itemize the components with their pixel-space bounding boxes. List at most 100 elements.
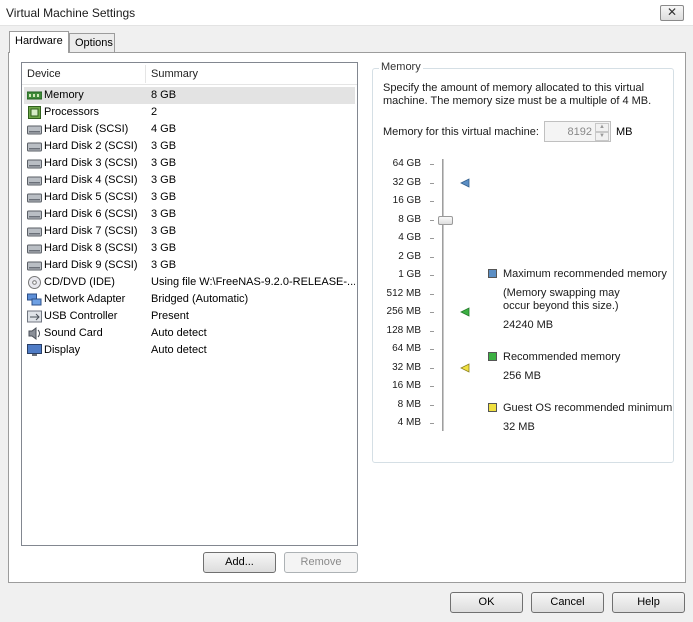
device-row[interactable]: Display Auto detect (24, 342, 355, 359)
device-row[interactable]: CD/DVD (IDE) Using file W:\FreeNAS-9.2.0-… (24, 274, 355, 291)
device-name: Sound Card (44, 327, 103, 339)
scale-label: 2 GB (398, 250, 421, 262)
spin-down-button[interactable]: ▼ (595, 132, 609, 141)
guest-min-marker-icon (460, 362, 470, 373)
device-summary: 3 GB (151, 174, 177, 186)
device-row[interactable]: Hard Disk (SCSI) 4 GB (24, 121, 355, 138)
sound-card-icon (28, 327, 40, 340)
scale-tick (430, 275, 434, 276)
scale-tick (430, 182, 434, 184)
recommended-marker-icon (460, 307, 470, 317)
scale-label: 4 GB (398, 232, 421, 243)
device-name: Memory (44, 89, 84, 101)
device-name: Hard Disk 3 (SCSI) (44, 157, 138, 169)
max-recommended-label: Maximum recommended memory (503, 268, 667, 280)
hard-disk-icon (27, 193, 42, 203)
device-name: Hard Disk (SCSI) (44, 123, 129, 135)
ok-button[interactable]: OK (450, 592, 523, 613)
device-summary: 3 GB (151, 242, 177, 254)
device-summary: 2 (151, 106, 158, 118)
device-summary: 3 GB (151, 140, 177, 152)
guest-min-legend-icon (488, 403, 497, 412)
device-row[interactable]: Memory 8 GB (24, 87, 355, 104)
device-row[interactable]: Hard Disk 4 (SCSI) 3 GB (24, 172, 355, 189)
device-name: Hard Disk 8 (SCSI) (44, 242, 138, 254)
device-row[interactable]: Sound Card Auto detect (24, 325, 355, 342)
device-name: Processors (44, 106, 100, 118)
device-name: Hard Disk 5 (SCSI) (44, 191, 138, 203)
scale-label: 4 MB (397, 417, 421, 428)
max-recommended-marker-icon (460, 177, 470, 188)
device-name: Network Adapter (44, 293, 126, 305)
memory-description: Specify the amount of memory allocated t… (383, 82, 652, 107)
tab-options[interactable]: Options (69, 33, 115, 53)
chevron-up-icon: ▲ (599, 124, 605, 130)
scale-tick (430, 349, 434, 350)
scale-label: 8 MB (397, 398, 421, 410)
device-row[interactable]: Hard Disk 8 (SCSI) 3 GB (24, 240, 355, 257)
memory-input[interactable]: 8192 (568, 126, 592, 138)
scale-tick (430, 423, 434, 424)
device-row[interactable]: Hard Disk 3 (SCSI) 3 GB (24, 155, 355, 172)
scale-label: 32 MB (392, 361, 421, 373)
device-name: Hard Disk 4 (SCSI) (44, 174, 138, 186)
window-title: Virtual Machine Settings (6, 6, 136, 20)
hard-disk-icon (27, 159, 42, 169)
device-summary: 3 GB (151, 191, 177, 203)
device-summary: 4 GB (151, 123, 177, 135)
device-name: Hard Disk 9 (SCSI) (44, 259, 138, 271)
chevron-down-icon: ▼ (599, 133, 605, 139)
spin-up-button[interactable]: ▲ (595, 123, 609, 132)
memory-slider-track[interactable] (442, 159, 444, 431)
guest-min-label: Guest OS recommended minimum (503, 402, 673, 414)
device-row[interactable]: Hard Disk 9 (SCSI) 3 GB (24, 257, 355, 274)
scale-tick (430, 386, 434, 387)
device-summary: Auto detect (151, 344, 207, 356)
recommended-value: 256 MB (503, 370, 541, 382)
remove-button[interactable]: Remove (284, 552, 358, 573)
display-icon (27, 344, 42, 356)
device-name: Hard Disk 7 (SCSI) (44, 225, 138, 237)
add-button[interactable]: Add... (203, 552, 276, 573)
scale-label: 32 GB (392, 176, 421, 188)
device-row[interactable]: Hard Disk 5 (SCSI) 3 GB (24, 189, 355, 206)
title-bar: Virtual Machine Settings ✕ (0, 0, 693, 26)
recommended-label: Recommended memory (503, 351, 621, 363)
memory-slider-thumb[interactable] (438, 215, 453, 225)
scale-label: 256 MB (386, 306, 421, 317)
memory-field-label: Memory for this virtual machine: (383, 126, 539, 138)
scale-label: 16 GB (392, 195, 421, 206)
hard-disk-icon (27, 227, 42, 237)
device-row[interactable]: Hard Disk 6 (SCSI) 3 GB (24, 206, 355, 223)
hard-disk-icon (27, 261, 42, 271)
close-button[interactable]: ✕ (660, 5, 684, 21)
device-row[interactable]: Processors 2 (24, 104, 355, 121)
help-button[interactable]: Help (612, 592, 685, 613)
column-header-summary[interactable]: Summary (151, 68, 198, 80)
hard-disk-icon (27, 210, 42, 220)
column-header-device[interactable]: Device (27, 68, 61, 80)
device-summary: 3 GB (151, 157, 177, 169)
device-summary: 3 GB (151, 225, 177, 237)
hard-disk-icon (27, 125, 42, 135)
device-row[interactable]: Network Adapter Bridged (Automatic) (24, 291, 355, 308)
cd-dvd-icon (28, 276, 41, 289)
device-name: Hard Disk 6 (SCSI) (44, 208, 138, 220)
device-summary: Auto detect (151, 327, 207, 339)
scale-label: 1 GB (398, 269, 421, 280)
device-row[interactable]: USB Controller Present (24, 308, 355, 325)
cancel-button[interactable]: Cancel (531, 592, 604, 613)
device-list[interactable]: Device Summary Memory 8 GB Processors 2 Hard… (21, 62, 358, 546)
usb-icon (27, 310, 42, 323)
memory-icon (27, 91, 42, 100)
memory-group-title: Memory (379, 61, 423, 73)
tab-hardware[interactable]: Hardware (9, 31, 69, 53)
scale-tick (430, 256, 434, 258)
device-row[interactable]: Hard Disk 7 (SCSI) 3 GB (24, 223, 355, 240)
scale-tick (430, 312, 434, 313)
memory-unit: MB (616, 126, 633, 138)
device-summary: Present (151, 310, 189, 322)
memory-spinner[interactable]: 8192 ▲ ▼ (544, 121, 611, 142)
device-row[interactable]: Hard Disk 2 (SCSI) 3 GB (24, 138, 355, 155)
column-separator[interactable] (145, 65, 146, 83)
